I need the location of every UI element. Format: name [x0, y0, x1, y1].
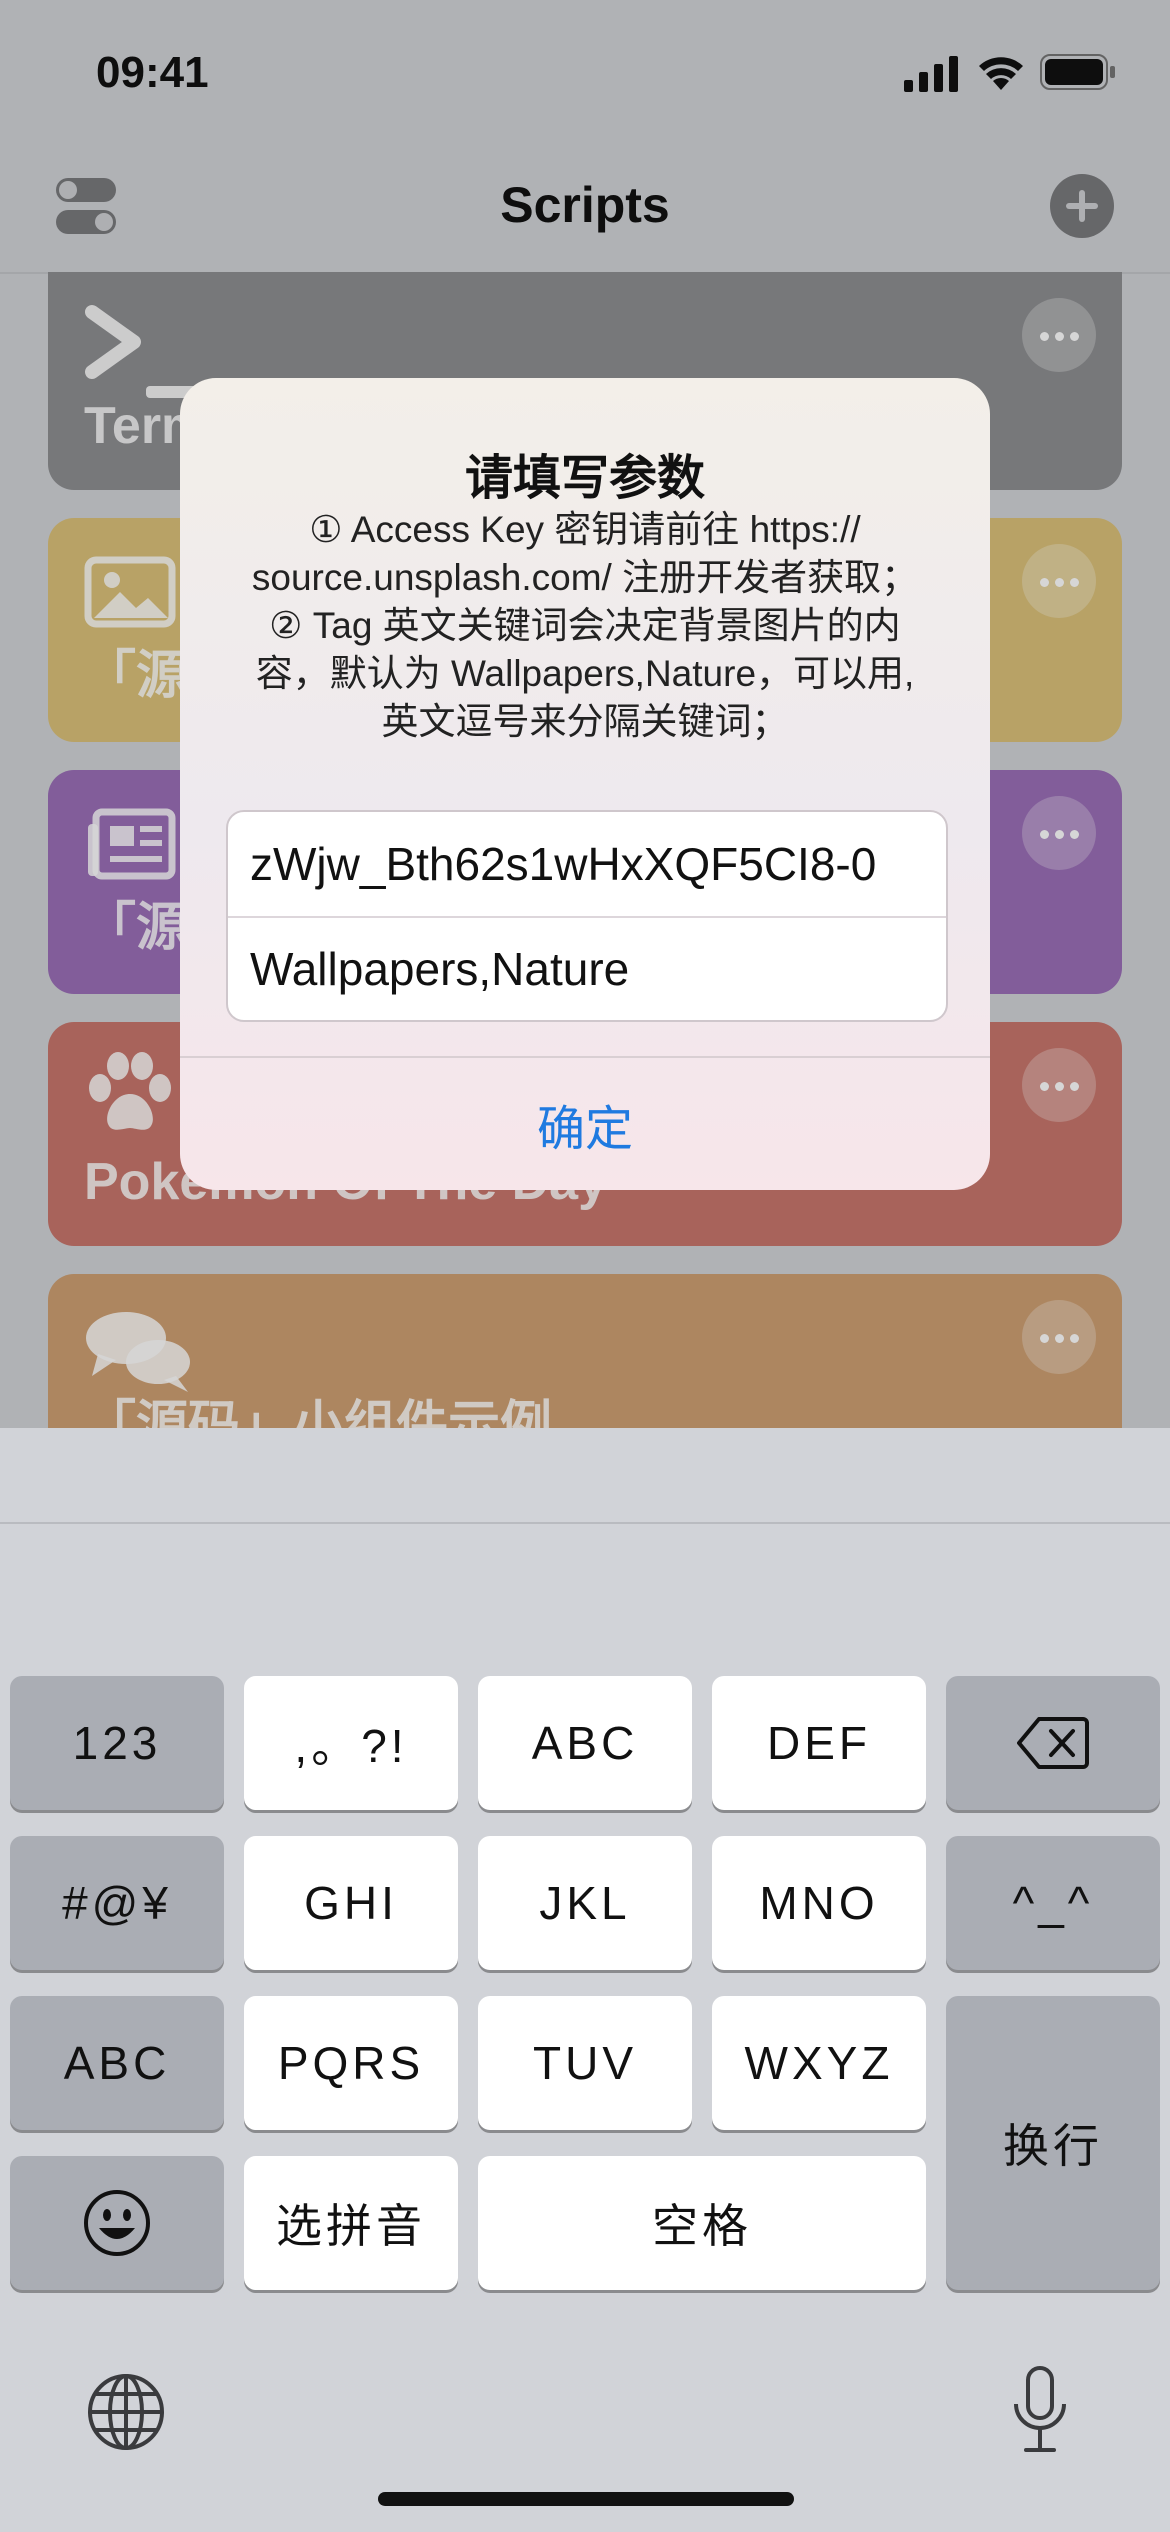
key-punctuation[interactable]: ,。?!: [244, 1676, 458, 1810]
key-123[interactable]: 123: [10, 1676, 224, 1810]
parameter-alert-dialog: 请填写参数 ① Access Key 密钥请前往 https:// source…: [180, 378, 990, 1190]
tag-input[interactable]: [228, 916, 946, 1020]
key-pinyin-select[interactable]: 选拼音: [244, 2156, 458, 2290]
key-def[interactable]: DEF: [712, 1676, 926, 1810]
emoji-button[interactable]: [10, 2156, 224, 2290]
globe-icon[interactable]: [86, 2372, 166, 2452]
key-abc[interactable]: ABC: [478, 1676, 692, 1810]
space-key[interactable]: 空格: [478, 2156, 926, 2290]
alert-title: 请填写参数: [464, 452, 705, 505]
home-indicator: [378, 2492, 794, 2506]
key-ghi[interactable]: GHI: [244, 1836, 458, 1970]
backspace-icon: [1017, 1717, 1089, 1769]
alert-message: ① Access Key 密钥请前往 https:// source.unspl…: [251, 509, 919, 742]
keyboard: [0, 1428, 1170, 2532]
microphone-icon[interactable]: [1008, 2364, 1072, 2456]
key-pqrs[interactable]: PQRS: [244, 1996, 458, 2130]
key-wxyz[interactable]: WXYZ: [712, 1996, 926, 2130]
keyboard-toolbar-divider: [0, 1522, 1170, 1524]
backspace-button[interactable]: [946, 1676, 1160, 1810]
key-emoticon[interactable]: ^_^: [946, 1836, 1160, 1970]
key-jkl[interactable]: JKL: [478, 1836, 692, 1970]
key-mno[interactable]: MNO: [712, 1836, 926, 1970]
key-symbols[interactable]: #@¥: [10, 1836, 224, 1970]
confirm-button[interactable]: 确定: [180, 1058, 990, 1190]
emoji-icon: [84, 2190, 150, 2256]
access-key-input[interactable]: [228, 812, 946, 916]
return-key[interactable]: 换行: [946, 1996, 1160, 2290]
key-tuv[interactable]: TUV: [478, 1996, 692, 2130]
alert-fields: [226, 810, 948, 1022]
key-abc-mode[interactable]: ABC: [10, 1996, 224, 2130]
